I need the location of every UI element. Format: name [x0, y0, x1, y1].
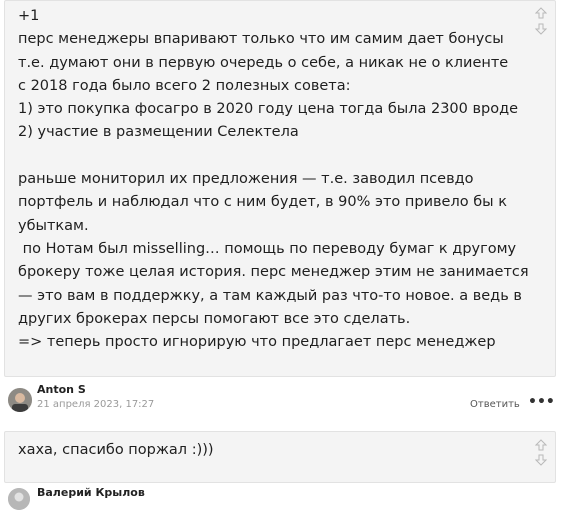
- vote-up-icon[interactable]: [534, 439, 548, 451]
- comment-meta: Anton S 21 апреля 2023, 17:27 Ответить •…: [4, 380, 556, 425]
- author-name[interactable]: Валерий Крылов: [37, 486, 145, 499]
- post-date: 21 апреля 2023, 17:27: [37, 399, 155, 410]
- vote-up-icon[interactable]: [534, 7, 548, 19]
- avatar[interactable]: [8, 388, 32, 412]
- vote-down-icon[interactable]: [534, 23, 548, 35]
- comment-meta: Валерий Крылов: [4, 485, 556, 510]
- comment-bubble: хаха, спасибо поржал :))): [4, 431, 556, 483]
- comment-text: +1 перс менеджеры впаривают только что и…: [18, 8, 529, 351]
- vote-down-icon[interactable]: [534, 454, 548, 466]
- comment-text: хаха, спасибо поржал :))): [18, 442, 214, 458]
- avatar[interactable]: [8, 488, 30, 510]
- comment-bubble: +1 перс менеджеры впаривают только что и…: [4, 0, 556, 377]
- reply-button[interactable]: Ответить: [470, 399, 520, 410]
- more-options-button[interactable]: •••: [528, 394, 555, 410]
- author-name[interactable]: Anton S: [37, 383, 86, 396]
